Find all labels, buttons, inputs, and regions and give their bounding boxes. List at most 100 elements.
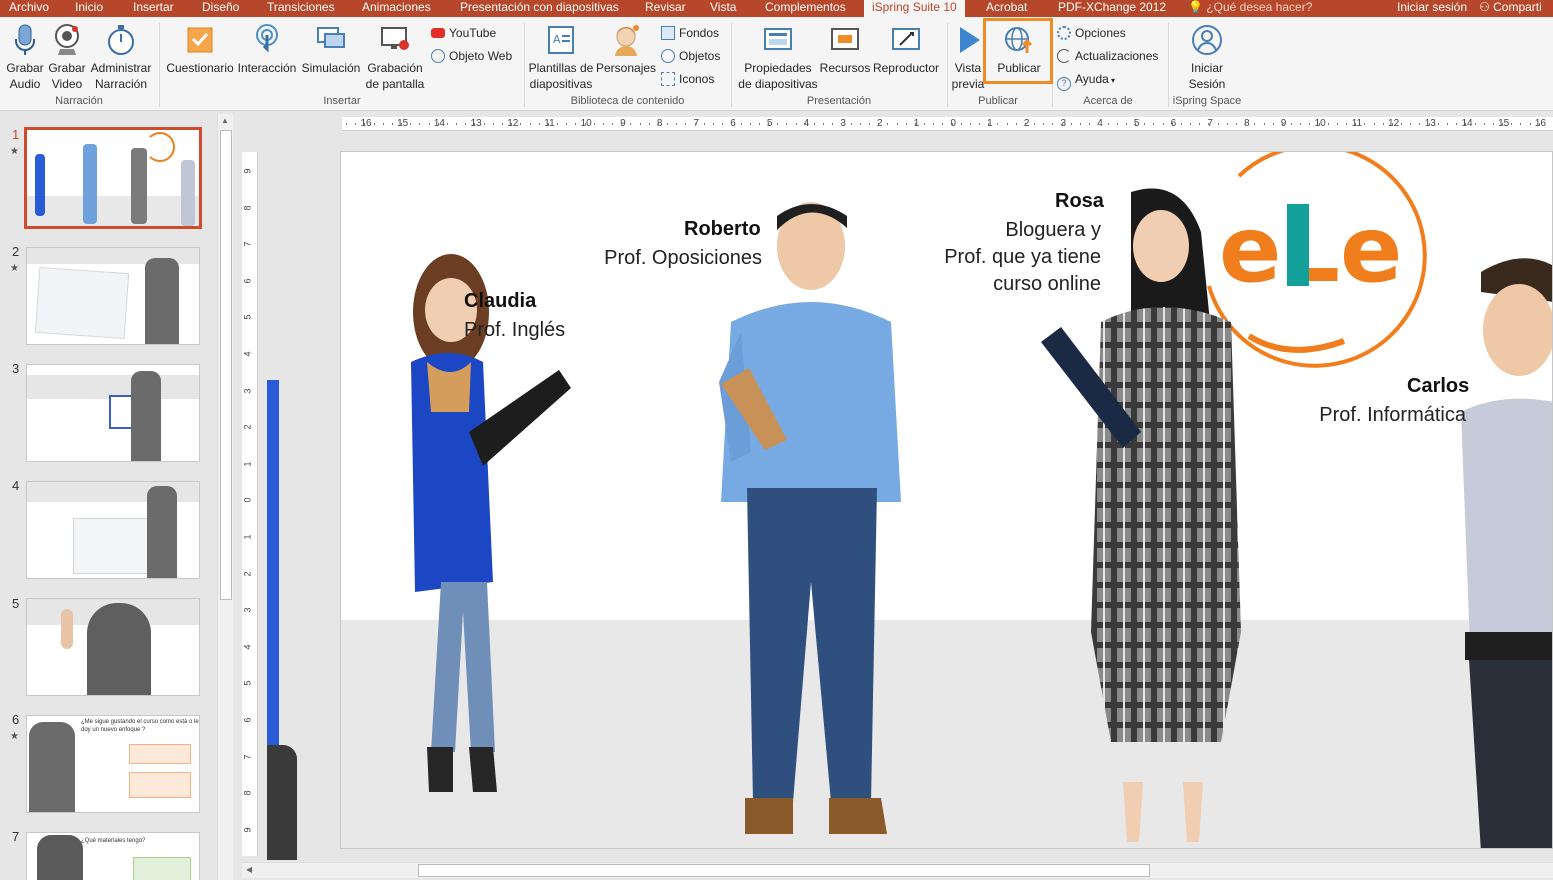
tab-complementos[interactable]: Complementos bbox=[765, 0, 846, 17]
tab-ispring-suite[interactable]: iSpring Suite 10 bbox=[864, 0, 965, 17]
role-claudia: Prof. Inglés bbox=[464, 319, 566, 341]
ruler-tick bbox=[1437, 123, 1439, 125]
manage-narration-button[interactable]: Administrar Narración bbox=[88, 23, 154, 92]
slide-thumbnail-4[interactable] bbox=[26, 481, 200, 579]
scroll-thumb[interactable] bbox=[220, 130, 232, 600]
horizontal-scroll-thumb[interactable] bbox=[418, 864, 1150, 877]
ruler-tick bbox=[1281, 123, 1283, 125]
preview-button[interactable]: Vista previa bbox=[951, 23, 985, 92]
slide-thumbnail-3[interactable] bbox=[26, 364, 200, 462]
tab-revisar[interactable]: Revisar bbox=[645, 0, 686, 17]
ruler-tick-label: 4 bbox=[242, 351, 253, 357]
thumbnails-scrollbar[interactable]: ▲ bbox=[217, 114, 233, 880]
thumb-number: 1 bbox=[12, 127, 20, 142]
icons-label: Iconos bbox=[679, 72, 715, 86]
record-video-button[interactable]: Grabar Video bbox=[47, 23, 87, 92]
ispring-signin-button[interactable]: Iniciar Sesión bbox=[1177, 23, 1237, 92]
ruler-tick bbox=[1162, 123, 1164, 125]
ruler-tick bbox=[795, 123, 797, 125]
web-object-button[interactable]: Objeto Web bbox=[431, 48, 512, 64]
ruler-tick bbox=[722, 123, 724, 125]
thumb-number: 4 bbox=[12, 478, 20, 493]
current-slide[interactable]: eLe Claudia Prof. Inglés Roberto Prof. O… bbox=[340, 151, 1553, 849]
tab-archivo[interactable]: Archivo bbox=[9, 0, 49, 17]
resources-button[interactable]: Recursos bbox=[819, 23, 871, 76]
objects-button[interactable]: Objetos bbox=[661, 48, 720, 64]
ruler-tick bbox=[667, 123, 669, 125]
interaction-button[interactable]: Interacción bbox=[236, 23, 298, 76]
tab-presentacion[interactable]: Presentación con diapositivas bbox=[460, 0, 619, 17]
record-audio-button[interactable]: Grabar Audio bbox=[4, 23, 46, 92]
simulation-button[interactable]: Simulación bbox=[300, 23, 362, 76]
youtube-button[interactable]: YouTube bbox=[431, 25, 496, 41]
quiz-button[interactable]: Cuestionario bbox=[164, 23, 236, 76]
player-label: Reproductor bbox=[872, 61, 940, 75]
left-partial-figure bbox=[267, 745, 297, 860]
tab-acrobat[interactable]: Acrobat bbox=[986, 0, 1027, 17]
ruler-tick bbox=[694, 123, 696, 125]
ispring-signin-label: Iniciar Sesión bbox=[1188, 61, 1226, 91]
slide-properties-button[interactable]: Propiedades de diapositivas bbox=[736, 23, 820, 92]
ribbon-tab-bar: Archivo Inicio Insertar Diseño Transicio… bbox=[0, 0, 1553, 17]
ruler-tick bbox=[1043, 123, 1045, 125]
tab-transiciones[interactable]: Transiciones bbox=[267, 0, 335, 17]
play-icon bbox=[960, 27, 980, 53]
ruler-tick bbox=[437, 123, 439, 125]
slide-thumbnail-6[interactable]: ¿Me sigue gustando el curso como está o … bbox=[26, 715, 200, 813]
slide-templates-button[interactable]: A Plantillas de diapositivas bbox=[528, 23, 594, 92]
tab-animaciones[interactable]: Animaciones bbox=[362, 0, 431, 17]
screen-record-icon bbox=[381, 27, 409, 50]
tab-insertar[interactable]: Insertar bbox=[133, 0, 174, 17]
tell-me-box[interactable]: 💡 ¿Qué desea hacer? bbox=[1188, 0, 1312, 15]
screen-recording-button[interactable]: Grabación de pantalla bbox=[364, 23, 426, 92]
options-button[interactable]: Opciones bbox=[1057, 25, 1126, 41]
group-label-acerca: Acerca de bbox=[1083, 95, 1133, 107]
ruler-tick bbox=[1511, 123, 1513, 125]
ruler-tick bbox=[538, 123, 540, 125]
name-carlos: Carlos bbox=[1407, 375, 1470, 397]
ruler-tick-label: 12 bbox=[507, 118, 519, 129]
tab-vista[interactable]: Vista bbox=[710, 0, 736, 17]
role-roberto: Prof. Oposiciones bbox=[604, 247, 762, 269]
icons-button[interactable]: Iconos bbox=[661, 71, 714, 87]
ruler-tick bbox=[868, 123, 870, 125]
share-button[interactable]: ⚇ Comparti bbox=[1474, 0, 1542, 15]
ruler-tick bbox=[924, 123, 926, 125]
help-button[interactable]: ? Ayuda ▾ bbox=[1057, 71, 1115, 91]
ruler-tick-label: 11 bbox=[544, 118, 555, 129]
ruler-tick bbox=[1107, 123, 1109, 125]
character-icon bbox=[615, 25, 639, 56]
ruler-tick bbox=[1199, 123, 1201, 125]
group-label-publicar: Publicar bbox=[978, 95, 1018, 107]
tab-inicio[interactable]: Inicio bbox=[75, 0, 103, 17]
thumb-7-title: ¿Qué materiales tengo? bbox=[81, 838, 146, 844]
backgrounds-button[interactable]: Fondos bbox=[661, 25, 719, 41]
ruler-tick bbox=[1355, 123, 1357, 125]
globe-icon bbox=[431, 49, 445, 63]
ruler-tick bbox=[933, 123, 935, 125]
ruler-tick-label: 7 bbox=[242, 241, 253, 247]
thumb-number: 3 bbox=[12, 361, 20, 376]
slide-thumbnail-5[interactable] bbox=[26, 598, 200, 696]
ruler-tick-label: 5 bbox=[242, 680, 253, 686]
updates-button[interactable]: Actualizaciones bbox=[1057, 48, 1158, 64]
slide-thumbnail-1[interactable] bbox=[24, 127, 202, 229]
editor-horizontal-scrollbar[interactable]: ◀ bbox=[242, 862, 1553, 878]
scroll-left-arrow[interactable]: ◀ bbox=[246, 865, 252, 874]
tab-diseno[interactable]: Diseño bbox=[202, 0, 239, 17]
scroll-up-arrow[interactable]: ▲ bbox=[221, 116, 229, 125]
ruler-tick-label: 13 bbox=[470, 118, 482, 129]
slide-thumbnail-7[interactable]: ¿Qué materiales tengo? bbox=[26, 832, 200, 880]
tab-pdf-xchange[interactable]: PDF-XChange 2012 bbox=[1058, 0, 1166, 17]
slide-templates-label: Plantillas de diapositivas bbox=[528, 61, 594, 91]
slide-thumbnail-2[interactable] bbox=[26, 247, 200, 345]
horizontal-ruler[interactable]: 16 15 14 13 12 11 10 9 8 7 6 5 4 3 2 1 0 1 2 3 4 5 6 7 8 9 10 11 12 1… bbox=[342, 117, 1553, 131]
group-label-presentacion: Presentación bbox=[806, 95, 872, 107]
ruler-tick bbox=[1419, 123, 1421, 125]
ruler-tick-label: 5 bbox=[242, 314, 253, 320]
sign-in-link[interactable]: Iniciar sesión bbox=[1397, 0, 1467, 15]
ruler-tick-label: 10 bbox=[580, 118, 592, 129]
player-button[interactable]: Reproductor bbox=[872, 23, 940, 76]
vertical-ruler[interactable]: 9 8 7 6 5 4 3 2 1 0 1 2 3 4 5 6 7 8 9 bbox=[242, 152, 258, 856]
characters-button[interactable]: Personajes bbox=[596, 23, 656, 76]
